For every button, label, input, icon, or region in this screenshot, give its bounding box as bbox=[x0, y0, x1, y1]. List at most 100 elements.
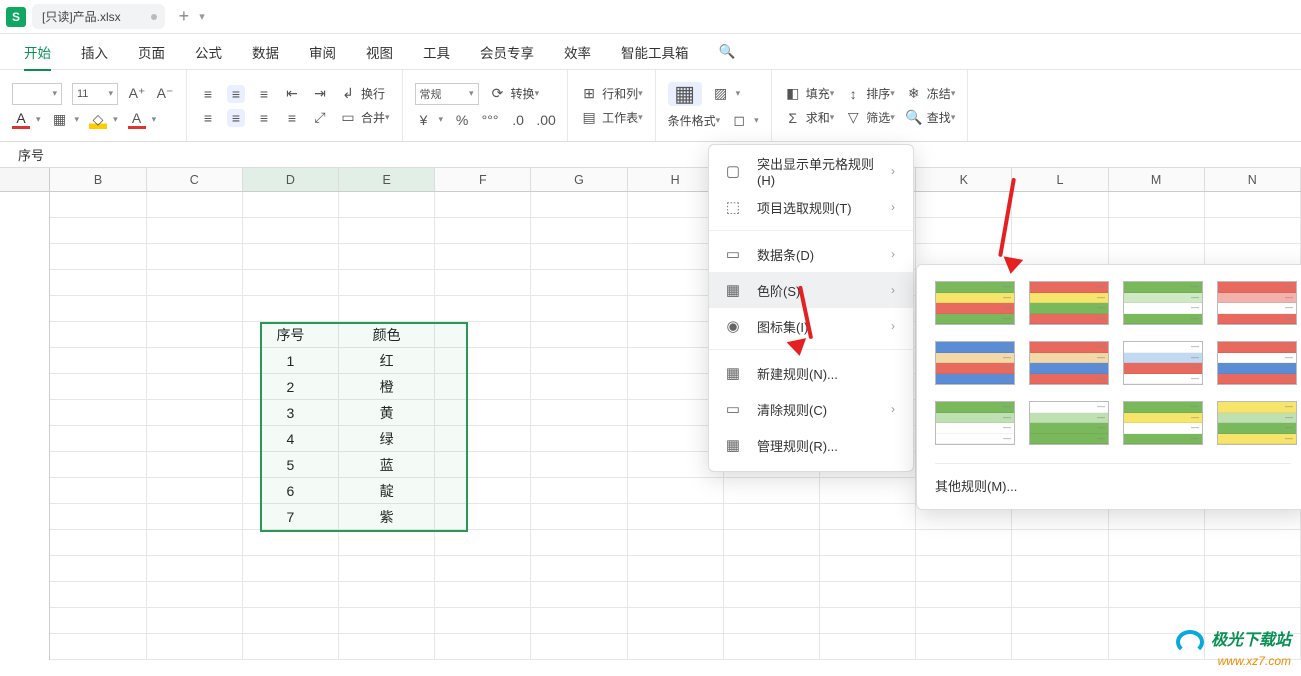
percent-icon[interactable]: % bbox=[453, 111, 471, 129]
grid-cell[interactable] bbox=[1012, 608, 1108, 634]
grid-cell[interactable] bbox=[531, 348, 627, 374]
menu-efficiency[interactable]: 效率 bbox=[564, 42, 591, 62]
formula-bar[interactable]: 序号 bbox=[0, 142, 1301, 168]
freeze-button[interactable]: ❄冻结▾ bbox=[905, 85, 956, 103]
grid-cell[interactable] bbox=[339, 218, 435, 244]
grid-cell[interactable]: 7 bbox=[243, 504, 339, 530]
grid-cell[interactable] bbox=[243, 218, 339, 244]
fill-color-icon[interactable]: ◇ bbox=[89, 111, 107, 129]
conditional-format-button[interactable]: 条件格式▾ bbox=[668, 112, 721, 129]
grid-cell[interactable] bbox=[1109, 582, 1205, 608]
grid-cell[interactable] bbox=[1205, 582, 1301, 608]
grid-cell[interactable] bbox=[724, 504, 820, 530]
grid-cell[interactable] bbox=[531, 478, 627, 504]
grid-cell[interactable] bbox=[916, 634, 1012, 660]
grid-cell[interactable] bbox=[724, 478, 820, 504]
grid-cell[interactable] bbox=[628, 582, 724, 608]
grid-cell[interactable] bbox=[435, 192, 531, 218]
find-button[interactable]: 🔍查找▾ bbox=[905, 109, 956, 127]
grid-cell[interactable] bbox=[147, 608, 243, 634]
grid-cell[interactable] bbox=[1109, 556, 1205, 582]
grid-cell[interactable] bbox=[243, 192, 339, 218]
menu-page[interactable]: 页面 bbox=[138, 42, 165, 62]
grid-cell[interactable] bbox=[147, 426, 243, 452]
menu-manage-rules[interactable]: ▦ 管理规则(R)... bbox=[709, 427, 913, 463]
grid-cell[interactable] bbox=[820, 582, 916, 608]
grid-cell[interactable] bbox=[243, 634, 339, 660]
menu-review[interactable]: 审阅 bbox=[309, 42, 336, 62]
grid-cell[interactable] bbox=[1205, 530, 1301, 556]
grid-cell[interactable]: 4 bbox=[243, 426, 339, 452]
grid-cell[interactable] bbox=[243, 582, 339, 608]
grid-cell[interactable] bbox=[147, 322, 243, 348]
grid-cell[interactable] bbox=[531, 504, 627, 530]
grid-cell[interactable] bbox=[628, 556, 724, 582]
grid-cell[interactable] bbox=[531, 296, 627, 322]
grid-cell[interactable] bbox=[243, 244, 339, 270]
crop-icon[interactable]: ◻ bbox=[730, 112, 748, 130]
grid-cell[interactable] bbox=[531, 634, 627, 660]
thousands-icon[interactable]: °°° bbox=[481, 111, 499, 129]
grid-cell[interactable] bbox=[147, 192, 243, 218]
new-tab-button[interactable]: + bbox=[179, 6, 190, 27]
grid-cell[interactable] bbox=[435, 608, 531, 634]
grid-cell[interactable] bbox=[435, 270, 531, 296]
menu-smart-toolbox[interactable]: 智能工具箱 bbox=[621, 42, 689, 62]
menu-new-rule[interactable]: ▦ 新建规则(N)... bbox=[709, 355, 913, 391]
grid-cell[interactable]: 蓝 bbox=[339, 452, 435, 478]
grid-cell[interactable] bbox=[916, 556, 1012, 582]
other-rules-item[interactable]: 其他规则(M)... bbox=[935, 463, 1291, 495]
grid-cell[interactable] bbox=[435, 634, 531, 660]
grid-cell[interactable] bbox=[50, 452, 146, 478]
grid-cell[interactable] bbox=[147, 296, 243, 322]
grid-cell[interactable] bbox=[531, 530, 627, 556]
grid-cell[interactable] bbox=[1012, 218, 1108, 244]
grid-cell[interactable] bbox=[50, 582, 146, 608]
fill-button[interactable]: ◧填充▾ bbox=[784, 85, 835, 103]
grid-cell[interactable] bbox=[435, 322, 531, 348]
grid-cell[interactable] bbox=[339, 556, 435, 582]
grid-cell[interactable]: 2 bbox=[243, 374, 339, 400]
align-center-icon[interactable]: ≡ bbox=[227, 109, 245, 127]
grid-cell[interactable] bbox=[435, 296, 531, 322]
col-header[interactable]: N bbox=[1205, 168, 1301, 191]
font-name-select[interactable]: ▾ bbox=[12, 83, 62, 105]
col-header[interactable]: B bbox=[50, 168, 146, 191]
color-scale-thumb[interactable] bbox=[1029, 341, 1109, 385]
col-header[interactable]: C bbox=[147, 168, 243, 191]
grid-cell[interactable] bbox=[435, 452, 531, 478]
decrease-font-icon[interactable]: A⁻ bbox=[156, 85, 174, 103]
sum-button[interactable]: Σ求和▾ bbox=[784, 109, 835, 127]
grid-cell[interactable]: 靛 bbox=[339, 478, 435, 504]
grid-cell[interactable] bbox=[339, 530, 435, 556]
menu-home[interactable]: 开始 bbox=[24, 42, 51, 71]
font-size-select[interactable]: 11▾ bbox=[72, 83, 118, 105]
grid-cell[interactable] bbox=[1012, 582, 1108, 608]
font-color-icon[interactable]: A bbox=[12, 111, 30, 129]
grid-cell[interactable] bbox=[435, 582, 531, 608]
col-header[interactable]: F bbox=[435, 168, 531, 191]
color-scale-thumb[interactable] bbox=[935, 281, 1015, 325]
grid-cell[interactable] bbox=[724, 608, 820, 634]
grid-cell[interactable] bbox=[628, 608, 724, 634]
grid-cell[interactable] bbox=[147, 634, 243, 660]
grid-cell[interactable] bbox=[435, 478, 531, 504]
grid-cell[interactable] bbox=[243, 270, 339, 296]
grid-cell[interactable] bbox=[50, 504, 146, 530]
cell-style-icon[interactable]: ▨ bbox=[712, 85, 730, 103]
grid-cell[interactable] bbox=[147, 218, 243, 244]
grid-cell[interactable] bbox=[820, 556, 916, 582]
tab-dropdown-icon[interactable]: ▾ bbox=[199, 10, 205, 23]
worksheet-button[interactable]: ▤ 工作表▾ bbox=[580, 109, 643, 127]
grid-cell[interactable] bbox=[916, 192, 1012, 218]
grid-cell[interactable] bbox=[243, 296, 339, 322]
grid-cell[interactable] bbox=[531, 426, 627, 452]
grid-cell[interactable] bbox=[628, 634, 724, 660]
grid-cell[interactable] bbox=[50, 556, 146, 582]
grid-cell[interactable] bbox=[339, 582, 435, 608]
grid-cell[interactable] bbox=[147, 400, 243, 426]
menu-formula[interactable]: 公式 bbox=[195, 42, 222, 62]
grid-cell[interactable] bbox=[50, 218, 146, 244]
decrease-decimal-icon[interactable]: .0 bbox=[509, 111, 527, 129]
menu-tools[interactable]: 工具 bbox=[423, 42, 450, 62]
